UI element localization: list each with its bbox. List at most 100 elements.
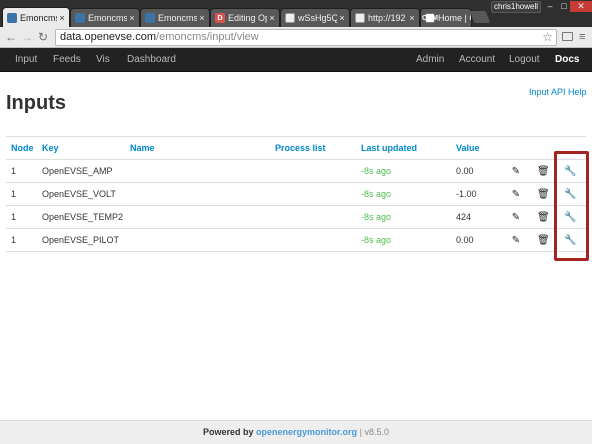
address-bar[interactable]: data.openevse.com/emoncms/input/view ☆ [55,29,557,46]
edit-pencil-icon[interactable]: ✎ [510,166,522,177]
footer-separator: | [359,427,362,437]
cell-name[interactable] [125,182,270,206]
cell-last-updated: -8s ago [356,228,451,252]
edit-pencil-icon[interactable]: ✎ [510,212,522,223]
inputs-table: Node Key Name Process list Last updated … [6,136,586,252]
footer-link-openenergymonitor[interactable]: openenergymonitor.org [256,427,357,437]
cell-key: OpenEVSE_PILOT [37,228,125,252]
delete-trash-icon[interactable]: 🗑 [537,166,550,177]
cell-key: OpenEVSE_VOLT [37,182,125,206]
browser-user-chip[interactable]: chris1howell [491,1,541,13]
nav-account[interactable]: Account [459,48,495,72]
tab-label: Emoncms [158,13,197,23]
document-favicon-icon [355,13,365,23]
cell-last-updated: -8s ago [356,205,451,229]
cell-node: 1 [6,159,37,183]
table-row: 1 OpenEVSE_VOLT -8s ago -1.00 ✎ 🗑 🔧 [6,182,586,206]
browser-tab-emoncms-3[interactable]: Emoncms × [140,8,210,27]
header-spacer [505,136,532,160]
footer-powered-by: Powered by [203,427,254,437]
browser-tab-editing[interactable]: D Editing Op × [210,8,280,27]
tab-close-icon[interactable]: × [57,13,67,23]
url-host: data.openevse.com [60,31,157,43]
header-value[interactable]: Value [451,136,505,160]
cell-value: -1.00 [451,182,505,206]
browser-tab-emoncms-2[interactable]: Emoncms × [70,8,140,27]
table-row: 1 OpenEVSE_AMP -8s ago 0.00 ✎ 🗑 🔧 [6,159,586,183]
cell-process-list [270,205,356,229]
browser-tab-http[interactable]: http://192 × [350,8,420,27]
cell-value: 0.00 [451,228,505,252]
bookmark-star-icon[interactable]: ☆ [542,30,553,45]
table-header-row: Node Key Name Process list Last updated … [6,136,586,160]
tab-close-icon[interactable]: × [127,13,137,23]
edit-pencil-icon[interactable]: ✎ [510,235,522,246]
cell-last-updated: -8s ago [356,182,451,206]
forward-arrow-icon[interactable]: → [20,30,34,44]
emoncms-favicon-icon [145,13,155,23]
tab-close-icon[interactable]: × [267,13,277,23]
tab-close-icon[interactable]: × [407,13,417,23]
cell-name[interactable] [125,205,270,229]
cell-value: 424 [451,205,505,229]
emoncms-favicon-icon [75,13,85,23]
header-key[interactable]: Key [37,136,125,160]
window-close-icon[interactable]: ✕ [570,1,592,12]
browser-tab-strip: Emoncms × Emoncms × Emoncms × D Editing … [0,0,592,27]
cell-process-list [270,159,356,183]
nav-feeds[interactable]: Feeds [53,48,81,72]
delete-trash-icon[interactable]: 🗑 [537,189,550,200]
tab-label: Emoncms [20,12,57,23]
nav-dashboard[interactable]: Dashboard [127,48,176,72]
footer-version: v8.5.0 [364,427,389,437]
tab-close-icon[interactable]: × [337,13,347,23]
edit-pencil-icon[interactable]: ✎ [510,189,522,200]
tab-close-icon[interactable]: × [197,13,207,23]
browser-tab-wssh[interactable]: wSsHg5Qf × [280,8,350,27]
delete-trash-icon[interactable]: 🗑 [537,235,550,246]
app-navbar: Input Feeds Vis Dashboard Admin Account … [0,48,592,72]
cell-value: 0.00 [451,159,505,183]
cell-process-list [270,228,356,252]
nav-input[interactable]: Input [15,48,37,72]
d-favicon-icon: D [215,13,225,23]
tab-label: Home | Op [438,13,471,23]
page-title: Inputs [6,92,66,114]
cell-key: OpenEVSE_TEMP2 [37,205,125,229]
back-arrow-icon[interactable]: ← [4,30,18,44]
nav-admin[interactable]: Admin [416,48,444,72]
nav-logout[interactable]: Logout [509,48,540,72]
delete-trash-icon[interactable]: 🗑 [537,212,550,223]
cell-name[interactable] [125,159,270,183]
table-row: 1 OpenEVSE_TEMP2 -8s ago 424 ✎ 🗑 🔧 [6,205,586,229]
cell-node: 1 [6,205,37,229]
browser-tab-home[interactable]: OEM Home | Op [420,8,472,27]
page-footer: Powered by openenergymonitor.org | v8.5.… [0,420,592,444]
process-column-highlight [554,151,589,261]
oem-favicon-icon: OEM [422,13,438,23]
header-node[interactable]: Node [6,136,37,160]
browser-menu-icon[interactable]: ≡ [579,31,589,43]
tab-label: http://192 [368,13,406,23]
cell-process-list [270,182,356,206]
cell-node: 1 [6,228,37,252]
nav-docs[interactable]: Docs [555,48,579,72]
cast-icon[interactable] [562,32,573,41]
url-path: /emoncms/input/view [156,31,259,43]
reload-icon[interactable]: ↻ [36,30,50,44]
header-last-updated[interactable]: Last updated [356,136,451,160]
header-process-list[interactable]: Process list [270,136,356,160]
header-name[interactable]: Name [125,136,270,160]
tab-label: Emoncms [88,13,127,23]
browser-toolbar: ← → ↻ data.openevse.com/emoncms/input/vi… [0,27,592,48]
cell-last-updated: -8s ago [356,159,451,183]
emoncms-favicon-icon [7,12,17,23]
cell-node: 1 [6,182,37,206]
table-row: 1 OpenEVSE_PILOT -8s ago 0.00 ✎ 🗑 🔧 [6,228,586,252]
cell-name[interactable] [125,228,270,252]
nav-vis[interactable]: Vis [96,48,110,72]
new-tab-button[interactable] [469,11,491,23]
input-api-help-link[interactable]: Input API Help [529,87,587,97]
tab-label: Editing Op [228,13,267,23]
browser-tab-emoncms-active[interactable]: Emoncms × [2,7,70,27]
